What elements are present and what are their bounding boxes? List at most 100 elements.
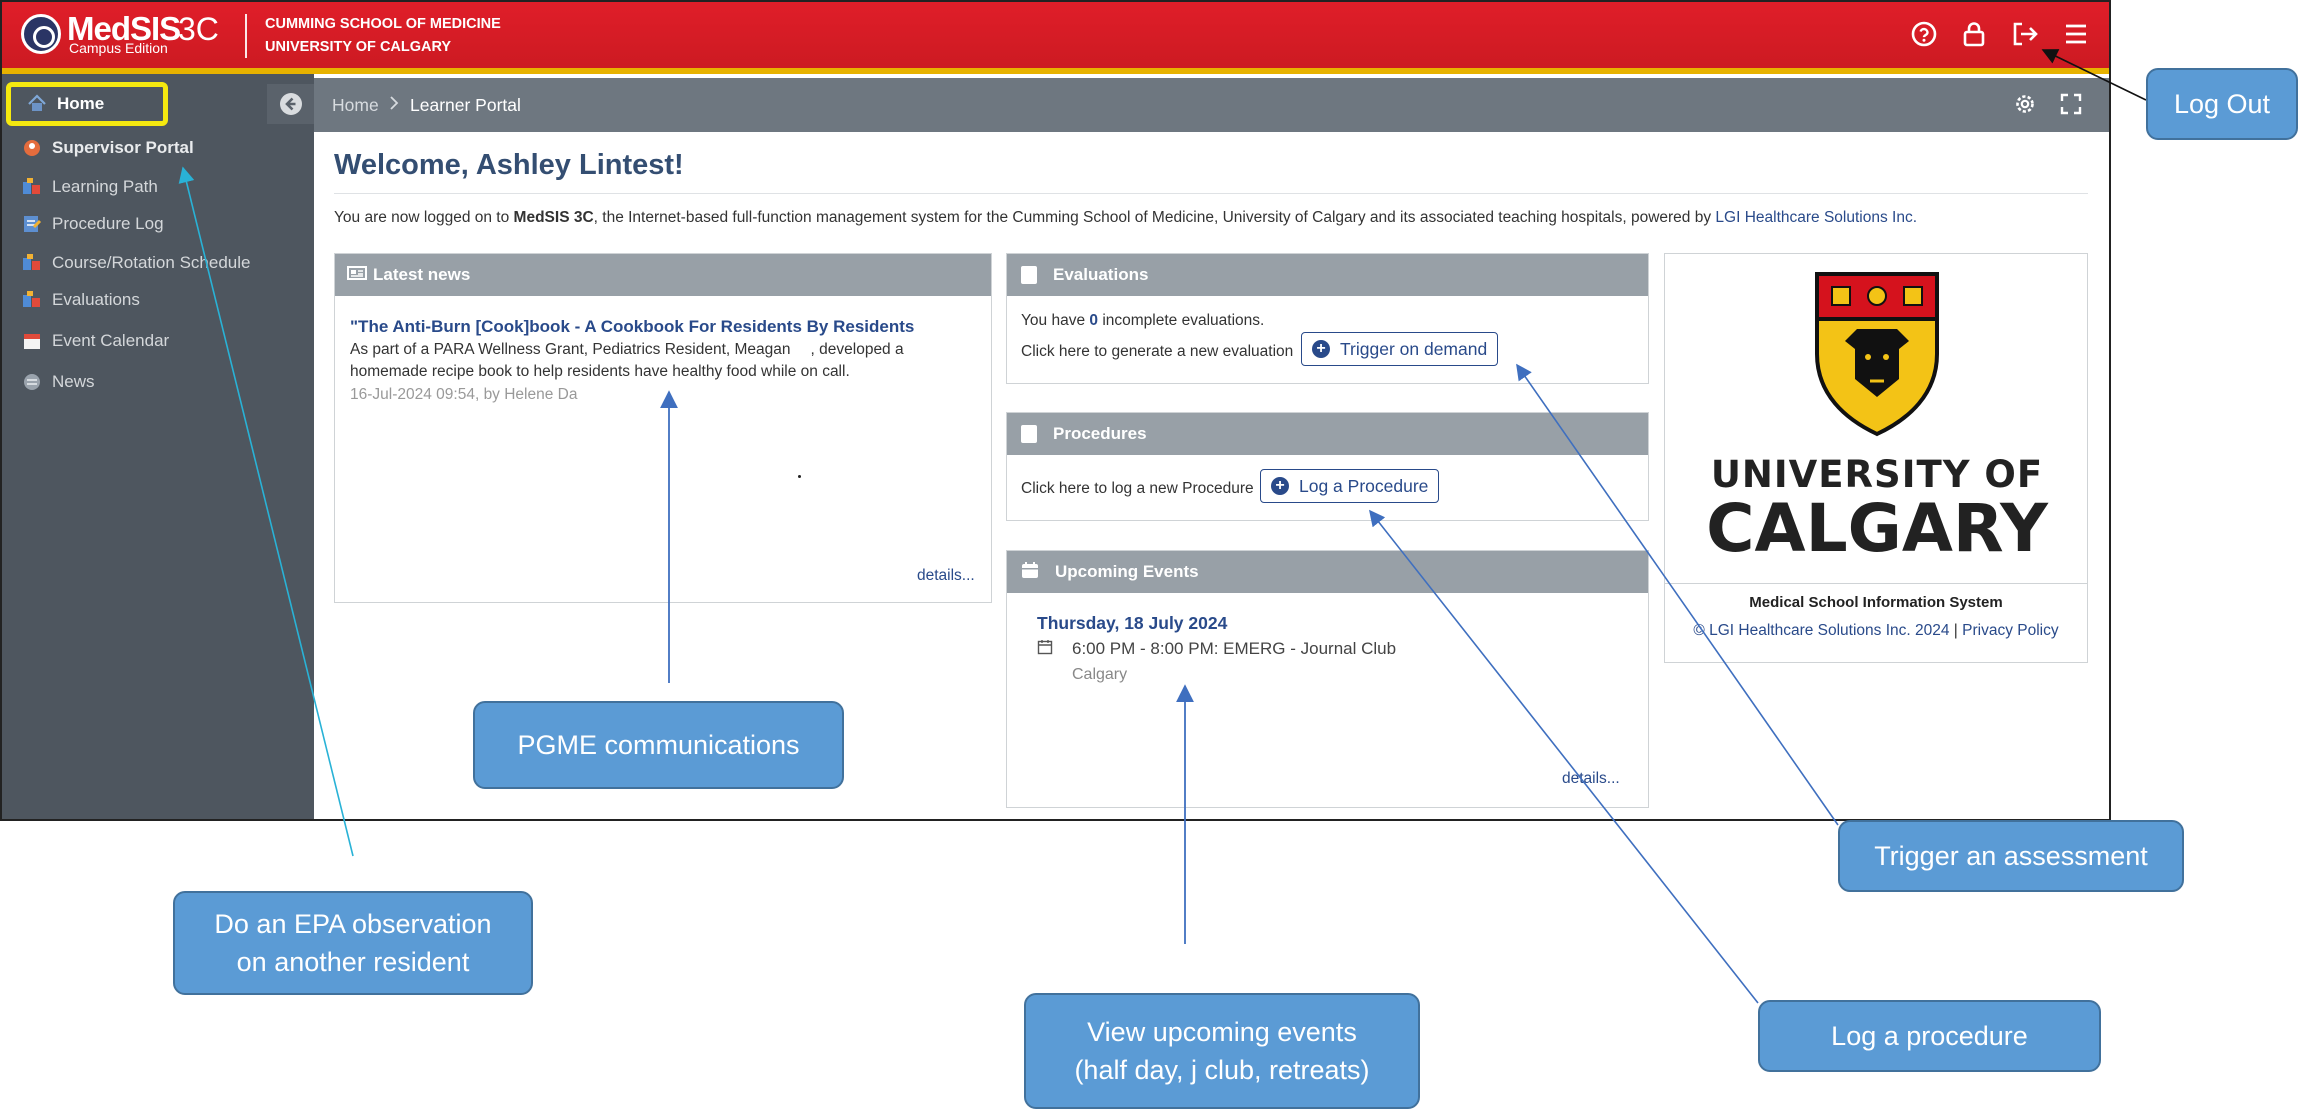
annotated-screenshot: MedSIS 3C Campus Edition CUMMING SCHOOL … (0, 0, 2298, 1109)
log-procedure-text: Click here to log a new Procedure (1021, 480, 1254, 497)
lgi-link[interactable]: LGI Healthcare Solutions Inc. (1715, 209, 1917, 226)
news-body-line2: homemade recipe book to help residents h… (350, 363, 850, 380)
generate-evaluation-text: Click here to generate a new evaluation (1021, 343, 1294, 360)
heading-divider (334, 193, 2088, 194)
lock-icon[interactable] (1959, 19, 1989, 49)
callout-epa-line1: Do an EPA observation (214, 909, 492, 939)
learning-path-icon (22, 177, 44, 197)
procedure-log-icon (22, 214, 44, 234)
sidebar-item-label: Course/Rotation Schedule (52, 253, 251, 272)
sidebar-item-news[interactable]: News (22, 367, 95, 397)
stray-dot (798, 475, 801, 478)
settings-icon[interactable] (2013, 92, 2037, 121)
calendar-icon (1021, 561, 1039, 584)
university-crest-icon (1815, 272, 1939, 437)
upcoming-events-panel: Upcoming Events Thursday, 18 July 2024 6… (1006, 550, 1649, 808)
sidebar-item-label: News (52, 372, 95, 391)
news-body-line1-a: As part of a PARA Wellness Grant, Pediat… (350, 341, 791, 358)
home-icon (27, 94, 49, 114)
log-a-procedure-label: Log a Procedure (1299, 475, 1429, 496)
school-name: CUMMING SCHOOL OF MEDICINE (265, 16, 501, 32)
sidebar-item-label: Learning Path (52, 177, 158, 196)
privacy-policy-link[interactable]: Privacy Policy (1962, 622, 2058, 639)
latest-news-header: Latest news (335, 254, 991, 296)
breadcrumb-home[interactable]: Home (332, 95, 379, 116)
procedures-header: Procedures (1007, 413, 1648, 455)
callout-pgme-communications: PGME communications (473, 701, 844, 789)
upcoming-events-title: Upcoming Events (1055, 562, 1199, 581)
event-date: Thursday, 18 July 2024 (1037, 613, 1228, 633)
log-a-procedure-button[interactable]: + Log a Procedure (1260, 469, 1440, 503)
help-icon[interactable] (1909, 19, 1939, 49)
callout-upcoming-events: View upcoming events (half day, j club, … (1024, 993, 1420, 1109)
arrow-left-circle-icon (279, 93, 302, 115)
callout-epa-observation: Do an EPA observation on another residen… (173, 891, 533, 995)
news-body-line1: As part of a PARA Wellness Grant, Pediat… (350, 341, 904, 359)
sidebar-item-supervisor-portal[interactable]: Supervisor Portal (22, 133, 194, 163)
intro-product: MedSIS 3C (513, 209, 594, 226)
news-details-link[interactable]: details... (917, 567, 975, 585)
intro-mid: , the Internet-based full-function manag… (593, 209, 1716, 226)
lgi-copyright-link[interactable]: © LGI Healthcare Solutions Inc. 2024 (1693, 622, 1949, 639)
evaluations-icon (22, 290, 44, 310)
news-meta: 16-Jul-2024 09:54, by Helene Da (350, 386, 578, 403)
callout-events-line2: (half day, j club, retreats) (1074, 1055, 1370, 1085)
document-icon (1021, 425, 1037, 443)
medsis-app-window: MedSIS 3C Campus Edition CUMMING SCHOOL … (0, 0, 2111, 821)
events-details-link[interactable]: details... (1562, 770, 1620, 788)
event-item-link[interactable]: 6:00 PM - 8:00 PM: EMERG - Journal Club (1072, 639, 1396, 659)
document-icon (1021, 266, 1037, 284)
sidebar-item-label: Procedure Log (52, 214, 164, 233)
system-name: Medical School Information System (1749, 594, 2003, 611)
callout-epa-line2: on another resident (236, 947, 470, 977)
sidebar-item-event-calendar[interactable]: Event Calendar (22, 326, 169, 356)
breadcrumb-current: Learner Portal (410, 95, 521, 115)
sidebar-item-procedure-log[interactable]: Procedure Log (22, 209, 164, 239)
collapse-sidebar-button[interactable] (267, 84, 314, 124)
sidebar-item-home[interactable]: Home (6, 82, 168, 126)
trigger-on-demand-label: Trigger on demand (1340, 338, 1488, 359)
sidebar-item-learning-path[interactable]: Learning Path (22, 172, 158, 202)
intro-text: You are now logged on to MedSIS 3C, the … (334, 209, 1917, 227)
breadcrumb-bar: Home Learner Portal (314, 78, 2109, 132)
eval-line-suffix: incomplete evaluations. (1098, 312, 1265, 329)
eval-line-prefix: You have (1021, 312, 1090, 329)
intro-prefix: You are now logged on to (334, 209, 514, 226)
header-accent-stripe (2, 68, 2109, 74)
menu-icon[interactable] (2061, 19, 2091, 49)
panel-divider (1665, 583, 2087, 584)
sidebar-item-course-rotation-schedule[interactable]: Course/Rotation Schedule (22, 248, 250, 278)
calendar-icon (22, 331, 44, 351)
callout-log-out: Log Out (2146, 68, 2298, 140)
sidebar-item-label: Event Calendar (52, 331, 170, 350)
fullscreen-icon[interactable] (2059, 92, 2083, 121)
news-icon (22, 372, 44, 392)
procedures-panel: Procedures Click here to log a new Proce… (1006, 412, 1649, 521)
incomplete-evaluations-count: 0 (1089, 312, 1099, 329)
brand-version: 3C (178, 11, 219, 47)
evaluations-panel: Evaluations You have 0 incomplete evalua… (1006, 253, 1649, 384)
trigger-on-demand-button[interactable]: + Trigger on demand (1301, 332, 1499, 366)
news-headline-link[interactable]: "The Anti-Burn [Cook]book - A Cookbook F… (350, 317, 914, 337)
evaluations-header: Evaluations (1007, 254, 1648, 296)
plus-circle-icon: + (1271, 477, 1289, 495)
copyright-separator: | (1949, 622, 1963, 639)
breadcrumb-chevron-icon (388, 93, 400, 118)
latest-news-panel: Latest news "The Anti-Burn [Cook]book - … (334, 253, 992, 603)
procedures-title: Procedures (1053, 424, 1147, 443)
callout-log-procedure: Log a procedure (1758, 1000, 2101, 1072)
university-panel: UNIVERSITY OF CALGARY Medical School Inf… (1664, 253, 2088, 663)
medsis-emblem-icon[interactable] (21, 14, 61, 54)
news-body-line1-b: , developed a (810, 341, 904, 358)
copyright-line: © LGI Healthcare Solutions Inc. 2024 | P… (1665, 622, 2087, 640)
event-calendar-icon (1037, 639, 1053, 660)
sidebar-item-evaluations[interactable]: Evaluations (22, 285, 140, 315)
university-logo-line2: CALGARY (1706, 490, 2048, 567)
callout-trigger-assessment: Trigger an assessment (1838, 820, 2184, 892)
callout-events-line1: View upcoming events (1087, 1017, 1357, 1047)
event-location: Calgary (1072, 666, 1128, 683)
logout-icon[interactable] (2010, 19, 2040, 49)
supervisor-icon (22, 138, 44, 158)
sidebar-item-label: Home (57, 94, 105, 113)
welcome-heading: Welcome, Ashley Lintest! (334, 149, 684, 181)
